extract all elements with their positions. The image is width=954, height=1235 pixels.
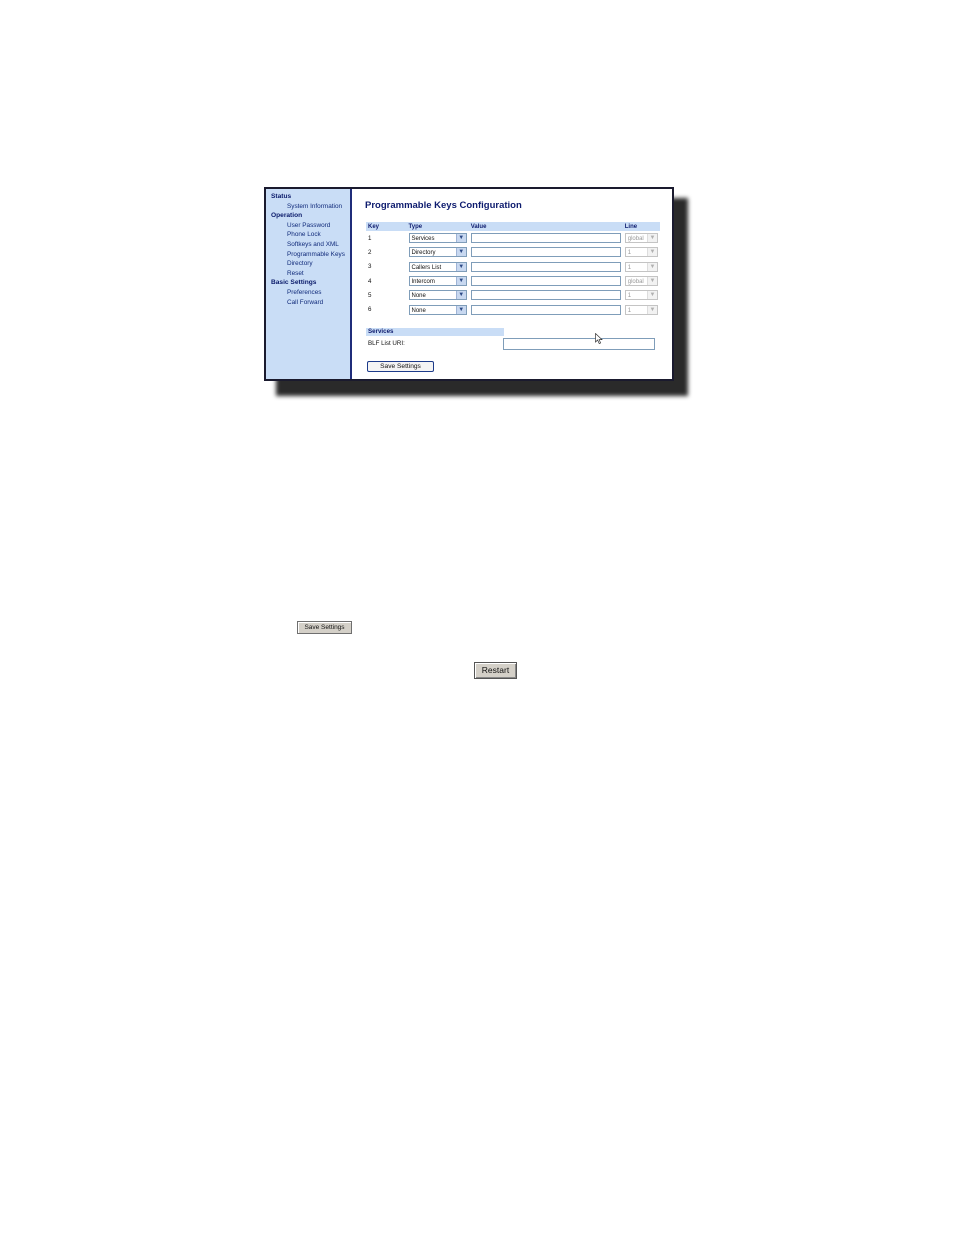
chevron-down-icon: ▼ <box>647 248 657 257</box>
table-row: 6 None ▼ 1 ▼ <box>366 302 660 316</box>
type-select-value: None <box>411 293 426 300</box>
chevron-down-icon[interactable]: ▼ <box>455 277 466 286</box>
type-select[interactable]: None ▼ <box>408 290 467 301</box>
line-select-value: 1 <box>627 250 632 257</box>
chevron-down-icon[interactable]: ▼ <box>455 234 466 243</box>
type-select-value: Directory <box>411 250 436 257</box>
table-row: 5 None ▼ 1 ▼ <box>366 288 660 302</box>
column-header-value: Value <box>468 222 623 231</box>
value-input[interactable] <box>470 261 621 272</box>
table-row: 1 Services ▼ global ▼ <box>366 231 660 245</box>
line-select: global ▼ <box>624 233 658 244</box>
nav-item-preferences[interactable]: Preferences <box>266 288 350 298</box>
value-input[interactable] <box>470 247 621 258</box>
type-select[interactable]: None ▼ <box>408 304 467 315</box>
value-input[interactable] <box>470 304 621 315</box>
nav-item-user-password[interactable]: User Password <box>266 221 350 231</box>
line-select: 1 ▼ <box>624 304 658 315</box>
mouse-pointer-icon <box>595 333 603 344</box>
column-header-key: Key <box>366 222 407 231</box>
programmable-keys-table: Key Type Value Line 1 Services ▼ global ▼ … <box>366 222 660 317</box>
line-select-value: 1 <box>627 293 632 300</box>
line-select: 1 ▼ <box>624 290 658 301</box>
line-select: 1 ▼ <box>624 247 658 258</box>
column-header-line: Line <box>622 222 660 231</box>
main-content: Programmable Keys Configuration Key Type… <box>354 189 672 379</box>
table-row: 2 Directory ▼ 1 ▼ <box>366 245 660 259</box>
table-header-row: Key Type Value Line <box>366 222 660 231</box>
value-input[interactable] <box>470 290 621 301</box>
nav-section-operation: Operation User Password Phone Lock Softk… <box>266 211 350 278</box>
chevron-down-icon[interactable]: ▼ <box>455 305 466 314</box>
blf-list-uri-label: BLF List URI: <box>368 340 405 347</box>
line-select-value: global <box>627 279 644 286</box>
column-header-type: Type <box>406 222 469 231</box>
nav-heading-status[interactable]: Status <box>266 192 350 202</box>
key-number: 6 <box>368 306 372 314</box>
key-number: 5 <box>368 291 372 299</box>
line-select: 1 ▼ <box>624 261 658 272</box>
type-select-value: None <box>411 307 426 314</box>
line-select: global ▼ <box>624 276 658 287</box>
key-number: 4 <box>368 277 372 285</box>
chevron-down-icon[interactable]: ▼ <box>455 262 466 271</box>
type-select[interactable]: Directory ▼ <box>408 247 467 258</box>
nav-section-status: Status System Information <box>266 192 350 211</box>
chevron-down-icon: ▼ <box>647 234 657 243</box>
chevron-down-icon: ▼ <box>647 262 657 271</box>
chevron-down-icon: ▼ <box>647 277 657 286</box>
save-settings-button[interactable]: Save Settings <box>367 361 434 372</box>
blf-list-uri-input[interactable] <box>503 338 655 350</box>
restart-button[interactable]: Restart <box>474 662 517 679</box>
nav-heading-basic-settings[interactable]: Basic Settings <box>266 278 350 288</box>
nav-item-programmable-keys[interactable]: Programmable Keys <box>266 250 350 260</box>
key-number: 3 <box>368 263 372 271</box>
chevron-down-icon[interactable]: ▼ <box>455 248 466 257</box>
nav-item-phone-lock[interactable]: Phone Lock <box>266 230 350 240</box>
nav-item-reset[interactable]: Reset <box>266 269 350 279</box>
table-row: 3 Callers List ▼ 1 ▼ <box>366 260 660 274</box>
services-section-heading: Services <box>366 328 504 336</box>
nav-item-softkeys-xml[interactable]: Softkeys and XML <box>266 240 350 250</box>
key-number: 2 <box>368 248 372 256</box>
nav-item-system-information[interactable]: System Information <box>266 202 350 212</box>
type-select-value: Services <box>411 236 435 243</box>
type-select[interactable]: Callers List ▼ <box>408 261 467 272</box>
nav-item-call-forward[interactable]: Call Forward <box>266 298 350 308</box>
nav-heading-operation[interactable]: Operation <box>266 211 350 221</box>
line-select-value: global <box>627 236 644 243</box>
chevron-down-icon[interactable]: ▼ <box>455 291 466 300</box>
key-number: 1 <box>368 234 372 242</box>
chevron-down-icon: ▼ <box>647 305 657 314</box>
line-select-value: 1 <box>627 307 632 314</box>
type-select-value: Intercom <box>411 279 435 286</box>
type-select[interactable]: Services ▼ <box>408 233 467 244</box>
save-settings-button-small[interactable]: Save Settings <box>297 621 352 634</box>
value-input[interactable] <box>470 233 621 244</box>
page-title: Programmable Keys Configuration <box>365 200 522 211</box>
web-ui-window: Status System Information Operation User… <box>264 187 674 381</box>
line-select-value: 1 <box>627 264 632 271</box>
nav-section-basic-settings: Basic Settings Preferences Call Forward <box>266 278 350 307</box>
value-input[interactable] <box>470 276 621 287</box>
nav-item-directory[interactable]: Directory <box>266 259 350 269</box>
chevron-down-icon: ▼ <box>647 291 657 300</box>
type-select-value: Callers List <box>411 264 442 271</box>
table-row: 4 Intercom ▼ global ▼ <box>366 274 660 288</box>
sidebar-nav: Status System Information Operation User… <box>266 189 352 379</box>
type-select[interactable]: Intercom ▼ <box>408 276 467 287</box>
